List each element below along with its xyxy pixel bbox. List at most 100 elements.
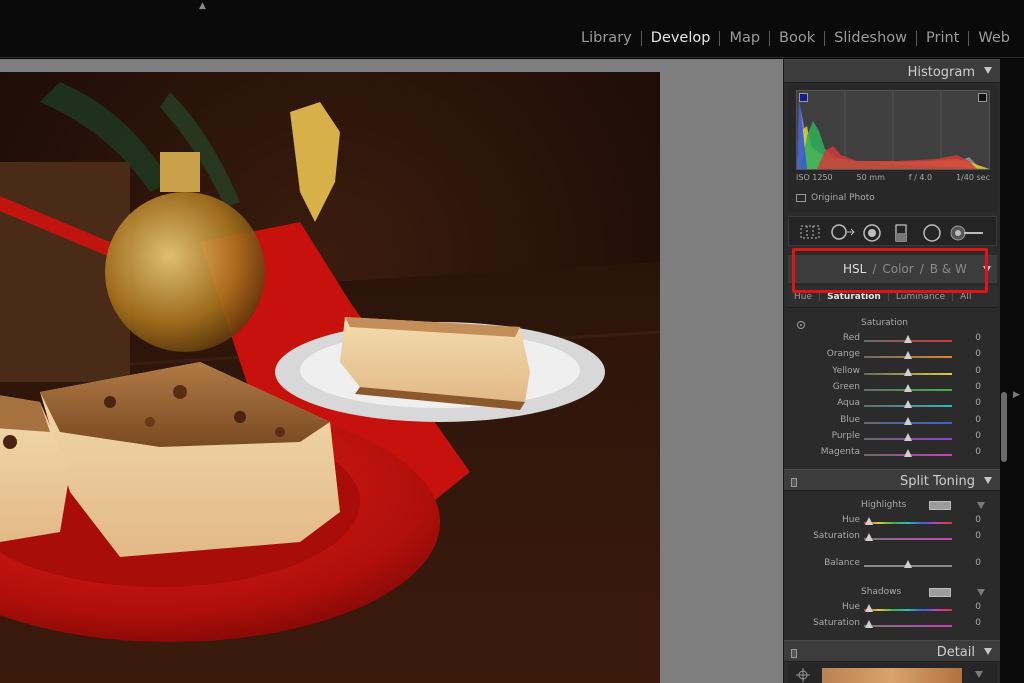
module-map[interactable]: Map (720, 29, 769, 47)
slider-thumb[interactable] (865, 604, 873, 612)
slider-value[interactable]: 0 (975, 447, 981, 457)
slider-value[interactable]: 0 (975, 558, 981, 568)
develop-tool-strip (788, 216, 997, 246)
subtab-hue[interactable]: Hue (788, 292, 818, 302)
saturation-row-aqua: Aqua 0 (788, 397, 997, 413)
slider-value[interactable]: 0 (975, 618, 981, 628)
shadows-hue-slider[interactable] (864, 609, 952, 611)
saturation-row-blue: Blue 0 (788, 414, 997, 430)
highlight-clipping-indicator[interactable] (978, 93, 987, 102)
split-toning-panel-header[interactable]: Split Toning (784, 469, 1001, 491)
slider-thumb[interactable] (904, 351, 912, 359)
detail-preview-thumbnail[interactable] (822, 668, 962, 683)
module-develop[interactable]: Develop (642, 29, 720, 47)
red-eye-correction-icon[interactable] (863, 224, 881, 242)
histogram-panel-header[interactable]: Histogram (784, 59, 1001, 83)
detail-panel-header[interactable]: Detail (784, 640, 1001, 662)
module-web[interactable]: Web (969, 29, 1010, 47)
aperture-value: f / 4.0 (908, 173, 933, 182)
slider-thumb[interactable] (904, 560, 912, 568)
saturation-section-title: Saturation (861, 318, 908, 328)
slider-value[interactable]: 0 (975, 531, 981, 541)
split-toning-title: Split Toning (900, 474, 975, 489)
slider-label: Hue (841, 602, 860, 612)
collapse-triangle-icon[interactable] (984, 67, 992, 74)
histogram-body: ISO 1250 50 mm f / 4.0 1/40 sec Original… (788, 85, 997, 212)
module-book[interactable]: Book (770, 29, 824, 47)
collapse-top-panel-arrow-icon[interactable]: ▲ (199, 2, 206, 11)
subtab-saturation[interactable]: Saturation (821, 292, 887, 302)
slider-label: Orange (826, 349, 860, 359)
radial-filter-icon[interactable] (923, 224, 941, 242)
collapse-triangle-icon[interactable] (984, 477, 992, 484)
panel-toggle-switch-icon[interactable] (791, 649, 797, 658)
module-print[interactable]: Print (917, 29, 968, 47)
shadows-saturation-row: Saturation 0 (788, 617, 997, 633)
shadows-hue-row: Hue 0 (788, 601, 997, 617)
subtab-luminance[interactable]: Luminance (890, 292, 951, 302)
slider-value[interactable]: 0 (975, 431, 981, 441)
module-slideshow[interactable]: Slideshow (825, 29, 916, 47)
histogram-graph[interactable] (796, 90, 990, 170)
slider-thumb[interactable] (865, 533, 873, 541)
panel-scrollbar[interactable] (1001, 392, 1007, 462)
focal-length-value: 50 mm (856, 173, 885, 182)
crop-overlay-icon[interactable] (799, 224, 821, 240)
slider-value[interactable]: 0 (975, 366, 981, 376)
photo-preview[interactable] (0, 72, 660, 683)
slider-value[interactable]: 0 (975, 333, 981, 343)
slider-thumb[interactable] (904, 384, 912, 392)
collapse-triangle-icon[interactable] (984, 648, 992, 655)
slider-value[interactable]: 0 (975, 602, 981, 612)
shadows-expand-icon[interactable] (977, 589, 985, 596)
module-library[interactable]: Library (572, 29, 641, 47)
slider-label: Hue (841, 515, 860, 525)
slider-thumb[interactable] (904, 368, 912, 376)
original-photo-label: Original Photo (811, 193, 875, 203)
lightroom-develop-window: ▲ Library Develop Map Book Slideshow Pri… (0, 0, 1024, 683)
slider-thumb[interactable] (865, 620, 873, 628)
adjustment-brush-icon[interactable] (949, 224, 985, 242)
slider-value[interactable]: 0 (975, 415, 981, 425)
histogram-title: Histogram (907, 65, 975, 80)
slider-label: Saturation (813, 618, 860, 628)
shadows-saturation-slider[interactable] (864, 625, 952, 627)
highlights-hue-slider[interactable] (864, 522, 952, 524)
detail-target-icon[interactable] (796, 668, 810, 682)
slider-value[interactable]: 0 (975, 349, 981, 359)
original-photo-toggle[interactable]: Original Photo (796, 193, 875, 203)
photo-canvas[interactable] (0, 59, 783, 683)
detail-expand-icon[interactable] (975, 671, 983, 678)
slider-thumb[interactable] (904, 417, 912, 425)
slider-label: Aqua (837, 398, 860, 408)
slider-value[interactable]: 0 (975, 382, 981, 392)
shutter-value: 1/40 sec (956, 173, 990, 182)
graduated-filter-icon[interactable] (894, 224, 908, 242)
slider-thumb[interactable] (904, 400, 912, 408)
shadows-color-swatch[interactable] (929, 588, 951, 597)
panel-toggle-switch-icon[interactable] (791, 478, 797, 487)
slider-label: Purple (831, 431, 860, 441)
slider-label: Blue (840, 415, 860, 425)
slider-thumb[interactable] (865, 517, 873, 525)
slider-value[interactable]: 0 (975, 398, 981, 408)
targeted-adjustment-icon[interactable] (797, 321, 805, 329)
collapse-right-panel-arrow-icon[interactable]: ▶ (1013, 390, 1020, 400)
hsl-highlight-box (792, 248, 988, 293)
slider-thumb[interactable] (904, 433, 912, 441)
slider-thumb[interactable] (904, 335, 912, 343)
original-photo-checkbox[interactable] (796, 194, 806, 202)
highlights-color-swatch[interactable] (929, 501, 951, 510)
saturation-row-magenta: Magenta 0 (788, 446, 997, 462)
module-picker-bar: ▲ Library Develop Map Book Slideshow Pri… (0, 0, 1024, 58)
highlights-saturation-slider[interactable] (864, 538, 952, 540)
subtab-all[interactable]: All (954, 292, 977, 302)
shadows-label: Shadows (861, 587, 902, 597)
iso-value: ISO 1250 (796, 173, 833, 182)
highlights-expand-icon[interactable] (977, 502, 985, 509)
slider-value[interactable]: 0 (975, 515, 981, 525)
saturation-row-red: Red 0 (788, 332, 997, 348)
slider-thumb[interactable] (904, 449, 912, 457)
spot-removal-icon[interactable] (830, 224, 856, 240)
shadow-clipping-indicator[interactable] (799, 93, 808, 102)
